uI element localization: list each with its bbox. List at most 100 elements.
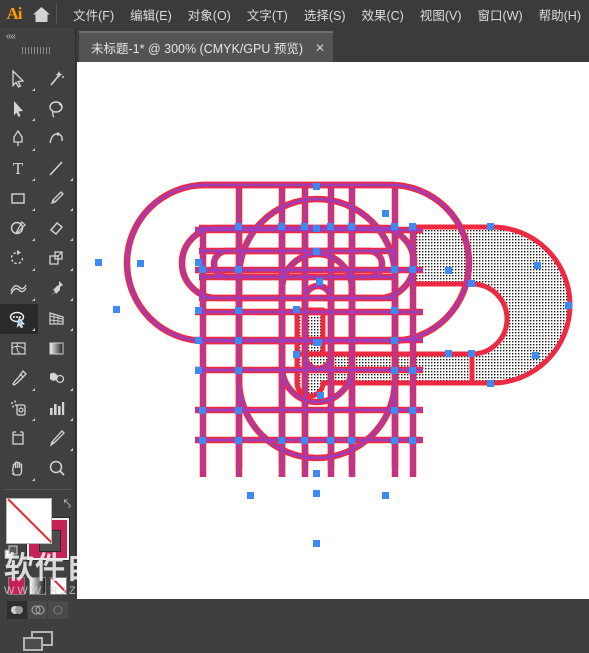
tool-flyout-indicator	[70, 238, 73, 241]
document-canvas[interactable]	[77, 62, 589, 599]
tool-flyout-indicator	[32, 148, 35, 151]
perspective-grid-icon	[49, 312, 64, 325]
gradient-tool[interactable]	[38, 334, 76, 364]
lasso-tool[interactable]	[38, 94, 76, 124]
hand-tool[interactable]	[0, 454, 38, 484]
shaper-tool[interactable]	[0, 214, 38, 244]
hand-icon	[11, 461, 23, 476]
slice-tool[interactable]	[38, 424, 76, 454]
menu-view[interactable]: 视图(V)	[412, 1, 470, 28]
tool-flyout-indicator	[32, 208, 35, 211]
menu-help[interactable]: 帮助(H)	[531, 1, 589, 28]
menu-bar: Ai 文件(F) 编辑(E) 对象(O) 文字(T) 选择(S) 效果(C) 视图(V) 窗口…	[0, 0, 589, 28]
home-icon[interactable]	[28, 0, 55, 28]
shaper-pencil-icon	[10, 221, 26, 235]
center-anchor-point[interactable]	[313, 339, 320, 346]
column-graph-tool[interactable]	[38, 394, 76, 424]
menu-file[interactable]: 文件(F)	[65, 1, 122, 28]
line-segment-tool[interactable]	[38, 154, 76, 184]
collapse-panel-icon[interactable]: ««	[6, 31, 16, 42]
gradient-icon	[49, 342, 64, 355]
tool-flyout-indicator	[32, 118, 35, 121]
pen-icon	[13, 129, 23, 146]
zoom-tool[interactable]	[38, 454, 76, 484]
tool-flyout-indicator	[70, 268, 73, 271]
magic-wand-tool[interactable]	[38, 64, 76, 94]
pushpin-icon	[51, 281, 63, 296]
screen-mode-button[interactable]	[0, 619, 75, 653]
symbol-sprayer-icon	[11, 400, 26, 416]
tool-flyout-indicator	[32, 298, 35, 301]
shape-builder-icon	[9, 311, 25, 329]
rectangle-tool[interactable]	[0, 184, 38, 214]
type-tool[interactable]: T	[0, 154, 38, 184]
free-transform-tool[interactable]	[38, 274, 76, 304]
draw-behind-mode[interactable]	[27, 601, 48, 619]
width-warp-icon	[10, 284, 27, 295]
tool-flyout-indicator	[32, 418, 35, 421]
app-logo: Ai	[6, 4, 22, 23]
symbol-sprayer-tool[interactable]	[0, 394, 38, 424]
mesh-tool[interactable]	[0, 334, 38, 364]
pen-tool[interactable]	[0, 124, 38, 154]
selection-tool[interactable]	[0, 64, 38, 94]
curvature-icon	[49, 132, 63, 144]
tool-flyout-indicator	[32, 478, 35, 481]
rotate-tool[interactable]	[0, 244, 38, 274]
draw-inside-mode[interactable]	[48, 601, 69, 619]
tool-panel-header[interactable]: ««	[0, 28, 76, 62]
scale-icon	[49, 251, 63, 265]
menu-divider	[56, 4, 58, 24]
shape-builder-tool[interactable]	[0, 304, 38, 334]
mesh-icon	[11, 342, 26, 355]
svg-text:T: T	[13, 160, 23, 178]
tool-flyout-indicator	[70, 328, 73, 331]
tool-flyout-indicator	[32, 328, 35, 331]
menu-edit[interactable]: 编辑(E)	[122, 1, 180, 28]
swap-fill-stroke-icon[interactable]: ⤣	[64, 496, 71, 512]
fill-swatch[interactable]	[6, 498, 52, 544]
menu-select[interactable]: 选择(S)	[296, 1, 354, 28]
slice-knife-icon	[49, 430, 65, 447]
type-T-icon: T	[13, 160, 23, 178]
blend-tool[interactable]	[38, 364, 76, 394]
document-tab[interactable]: 未标题-1* @ 300% (CMYK/GPU 预览) ✕	[79, 31, 334, 62]
tool-flyout-indicator	[70, 178, 73, 181]
direct-selection-tool[interactable]	[0, 94, 38, 124]
tool-flyout-indicator	[32, 178, 35, 181]
tool-flyout-indicator	[70, 208, 73, 211]
bar-chart-icon	[50, 402, 65, 415]
rectangle-icon	[11, 193, 25, 204]
menu-type[interactable]: 文字(T)	[239, 1, 296, 28]
artwork-svg[interactable]	[77, 62, 589, 599]
magic-wand-icon	[50, 71, 64, 86]
magnifier-icon	[49, 460, 65, 476]
fill-none-indicator	[7, 499, 51, 543]
menu-effect[interactable]: 效果(C)	[353, 1, 411, 28]
eyedropper-tool[interactable]	[0, 364, 38, 394]
eraser-tool[interactable]	[38, 214, 76, 244]
tool-panel: T ⤣ WWW.RJZXW.COM	[0, 62, 158, 651]
eraser-icon	[49, 222, 64, 235]
draw-normal-mode[interactable]	[7, 601, 27, 619]
eyedropper-icon	[12, 369, 27, 386]
line-icon	[49, 161, 63, 176]
perspective-grid-tool[interactable]	[38, 304, 76, 334]
tool-flyout-indicator	[32, 268, 35, 271]
arrow-solid-icon	[14, 101, 23, 117]
close-icon[interactable]: ✕	[315, 41, 325, 55]
arrow-outline-icon	[12, 69, 25, 88]
menu-object[interactable]: 对象(O)	[180, 1, 239, 28]
menu-window[interactable]: 窗口(W)	[470, 1, 531, 28]
width-tool[interactable]	[0, 274, 38, 304]
paintbrush-tool[interactable]	[38, 184, 76, 214]
artboard-tool[interactable]	[0, 424, 38, 454]
tool-flyout-indicator	[32, 88, 35, 91]
curvature-tool[interactable]	[38, 124, 76, 154]
tool-flyout-indicator	[32, 238, 35, 241]
document-tab-title: 未标题-1* @ 300% (CMYK/GPU 预览)	[91, 42, 304, 56]
tool-panel-drag-handle[interactable]	[22, 47, 50, 54]
tool-flyout-indicator	[70, 298, 73, 301]
artboard-icon	[12, 431, 24, 445]
scale-tool[interactable]	[38, 244, 76, 274]
